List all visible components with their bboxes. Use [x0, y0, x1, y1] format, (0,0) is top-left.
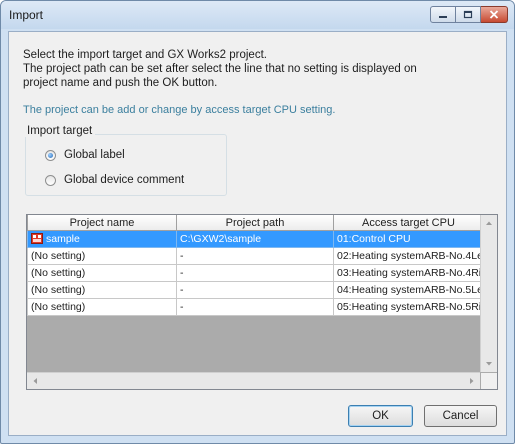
- table-row[interactable]: (No setting) - 02:Heating systemARB-No.4…: [27, 247, 484, 265]
- table-row[interactable]: (No setting) - 05:Heating systemARB-No.5…: [27, 298, 484, 316]
- column-header-project-name[interactable]: Project name: [27, 215, 177, 231]
- cell-project-path[interactable]: -: [176, 298, 334, 316]
- cell-access-target-cpu[interactable]: 01:Control CPU: [333, 230, 484, 248]
- vertical-scrollbar[interactable]: [480, 215, 497, 372]
- scrollbar-corner: [481, 373, 497, 389]
- minimize-button[interactable]: [430, 6, 456, 23]
- ok-button[interactable]: OK: [348, 405, 413, 427]
- cell-project-name[interactable]: (No setting): [27, 264, 177, 282]
- cell-access-target-cpu[interactable]: 03:Heating systemARB-No.4Ri: [333, 264, 484, 282]
- title-bar[interactable]: Import: [1, 1, 514, 29]
- minimize-icon: [439, 15, 447, 18]
- close-icon: [489, 10, 499, 19]
- import-target-group: [25, 134, 227, 196]
- table-row[interactable]: sample C:\GXW2\sample 01:Control CPU: [27, 230, 484, 248]
- project-table: Project name Project path Access target …: [26, 214, 498, 390]
- column-header-access-target-cpu[interactable]: Access target CPU: [333, 215, 484, 231]
- radio-unselected-indicator: [45, 174, 56, 186]
- dialog-title: Import: [9, 8, 44, 22]
- scroll-right-arrow-icon[interactable]: [464, 373, 480, 389]
- table-row[interactable]: (No setting) - 03:Heating systemARB-No.4…: [27, 264, 484, 282]
- column-header-project-path[interactable]: Project path: [176, 215, 334, 231]
- cell-access-target-cpu[interactable]: 02:Heating systemARB-No.4Le: [333, 247, 484, 265]
- import-dialog: Import Select the import target and GX W…: [0, 0, 515, 444]
- scroll-left-arrow-icon[interactable]: [27, 373, 43, 389]
- horizontal-scrollbar[interactable]: [27, 372, 480, 389]
- dialog-body: Select the import target and GX Works2 p…: [8, 31, 507, 436]
- project-icon: [31, 233, 43, 244]
- cell-project-name[interactable]: (No setting): [27, 247, 177, 265]
- project-name-text: sample: [46, 233, 80, 245]
- cell-project-path[interactable]: C:\GXW2\sample: [176, 230, 334, 248]
- cell-project-name[interactable]: sample: [27, 230, 177, 248]
- cell-project-name[interactable]: (No setting): [27, 298, 177, 316]
- scroll-up-arrow-icon[interactable]: [481, 215, 497, 231]
- close-button[interactable]: [481, 6, 508, 23]
- cell-project-path[interactable]: -: [176, 247, 334, 265]
- cancel-button[interactable]: Cancel: [424, 405, 497, 427]
- radio-global-label[interactable]: Global label: [45, 149, 125, 161]
- instructions-line-3: project name and push the OK button.: [23, 77, 218, 89]
- cell-project-path[interactable]: -: [176, 264, 334, 282]
- maximize-button[interactable]: [456, 6, 481, 23]
- import-target-legend: Import target: [25, 125, 96, 137]
- access-target-note: The project can be add or change by acce…: [23, 104, 336, 116]
- maximize-icon: [463, 10, 473, 19]
- radio-global-device-comment-text: Global device comment: [64, 174, 185, 186]
- radio-global-device-comment[interactable]: Global device comment: [45, 174, 184, 186]
- cell-access-target-cpu[interactable]: 04:Heating systemARB-No.5Le: [333, 281, 484, 299]
- scroll-down-arrow-icon[interactable]: [481, 356, 497, 372]
- cell-project-path[interactable]: -: [176, 281, 334, 299]
- radio-selected-indicator: [45, 149, 56, 161]
- table-row[interactable]: (No setting) - 04:Heating systemARB-No.5…: [27, 281, 484, 299]
- cell-project-name[interactable]: (No setting): [27, 281, 177, 299]
- instructions-text: Select the import target and GX Works2 p…: [23, 48, 493, 90]
- cell-access-target-cpu[interactable]: 05:Heating systemARB-No.5Ri: [333, 298, 484, 316]
- instructions-line-1: Select the import target and GX Works2 p…: [23, 49, 267, 61]
- radio-global-label-text: Global label: [64, 149, 125, 161]
- instructions-line-2: The project path can be set after select…: [23, 63, 417, 75]
- table-header-row: Project name Project path Access target …: [27, 215, 484, 231]
